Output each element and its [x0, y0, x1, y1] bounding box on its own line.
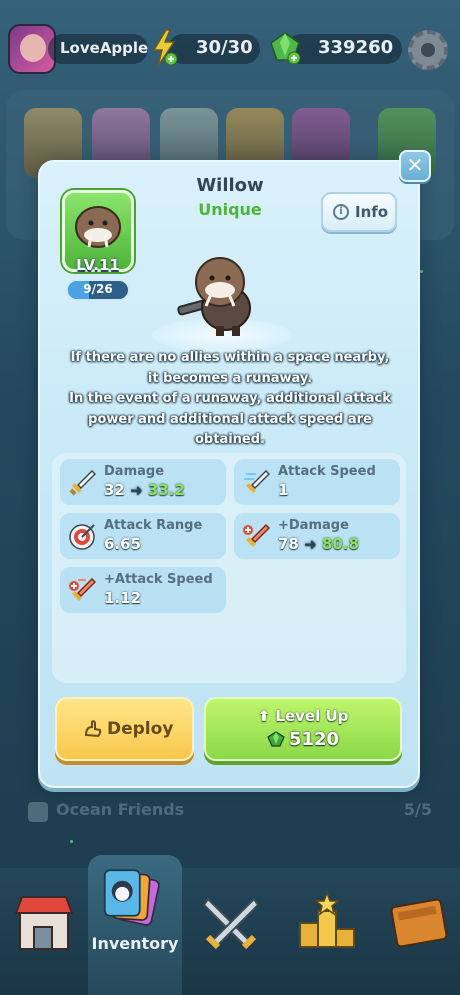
shop-icon[interactable] [10, 884, 80, 964]
unit-level: LV.11 [76, 256, 120, 274]
stat-value: 1 [278, 481, 289, 499]
stat-attack-range: Attack Range 6.65 [60, 513, 226, 559]
card-icon [28, 802, 48, 822]
info-button[interactable]: i Info [321, 192, 397, 232]
inventory-icon[interactable] [96, 860, 166, 940]
stat-bonus-attack-speed: +Attack Speed 1.12 [60, 567, 226, 613]
stat-label: Attack Speed [278, 464, 376, 479]
stat-label: +Damage [278, 518, 349, 533]
xp-text: 9/26 [83, 282, 113, 296]
stat-label: Damage [104, 464, 165, 479]
stat-value: 1.12 [104, 589, 142, 607]
close-icon: ✕ [406, 153, 424, 177]
level-up-label-row: ⬆ Level Up [206, 707, 400, 725]
stat-value: 78 [278, 535, 299, 553]
arrow-right-icon: ➜ [130, 481, 143, 499]
description-line: obtained. [195, 432, 265, 447]
gear-icon[interactable] [408, 30, 448, 70]
stat-value: 32 [104, 481, 125, 499]
book-icon[interactable] [384, 884, 454, 964]
target-icon [69, 524, 95, 550]
collection-count: 5/5 [403, 800, 432, 819]
description-line: In the event of a runaway, additional at… [69, 391, 391, 406]
gem-icon [267, 731, 285, 747]
stat-attack-speed: Attack Speed 1 [234, 459, 400, 505]
walrus-character-icon [177, 257, 251, 336]
info-label: Info [355, 203, 389, 221]
collection-row: Ocean Friends 5/5 [28, 800, 432, 832]
level-up-cost-row: 5120 [206, 729, 400, 750]
stat-damage: Damage 32 ➜ 33.2 [60, 459, 226, 505]
description-line: If there are no allies within a space ne… [70, 350, 390, 365]
level-up-cost: 5120 [288, 729, 340, 750]
stat-label: +Attack Speed [104, 572, 213, 587]
deploy-hand-icon [84, 720, 102, 738]
top-bar: LoveApple 30/30 339260 [0, 0, 460, 92]
info-icon: i [333, 204, 349, 220]
stat-value: 6.65 [104, 535, 142, 553]
sparkle [70, 840, 73, 843]
sparkle [420, 270, 423, 273]
sword-plus-icon [243, 523, 270, 547]
arrow-up-icon: ⬆ [257, 707, 271, 725]
deploy-label: Deploy [107, 719, 174, 739]
ranking-icon[interactable] [292, 884, 362, 964]
lightning-plus-icon[interactable] [150, 28, 178, 68]
battle-icon[interactable] [196, 884, 266, 964]
stat-label: Attack Range [104, 518, 203, 533]
speed-sword-plus-icon [69, 577, 96, 601]
level-up-label: Level Up [275, 707, 349, 725]
arrow-right-icon: ➜ [304, 535, 317, 553]
walrus-portrait-icon [75, 206, 121, 248]
stat-new-value: 33.2 [147, 481, 185, 499]
stat-value-line: 78 ➜ 80.8 [278, 535, 359, 553]
energy-value: 30/30 [196, 37, 253, 58]
stat-value-line: 32 ➜ 33.2 [104, 481, 185, 499]
level-up-button[interactable]: ⬆ Level Up 5120 [204, 697, 402, 761]
unit-description: If there are no allies within a space ne… [60, 348, 400, 451]
stat-bonus-damage: +Damage 78 ➜ 80.8 [234, 513, 400, 559]
gem-plus-icon[interactable] [268, 30, 302, 66]
speed-sword-icon [244, 469, 270, 493]
description-line: power and additional attack speed are [88, 411, 372, 427]
collection-label: Ocean Friends [56, 800, 185, 819]
player-name: LoveApple [60, 39, 149, 57]
description-line: it becomes a runaway. [147, 370, 313, 386]
deploy-button[interactable]: Deploy [55, 697, 194, 761]
gem-value: 339260 [318, 37, 394, 58]
stat-new-value: 80.8 [321, 535, 359, 553]
sword-icon [69, 469, 96, 496]
nav-inventory-label: Inventory [91, 934, 179, 953]
